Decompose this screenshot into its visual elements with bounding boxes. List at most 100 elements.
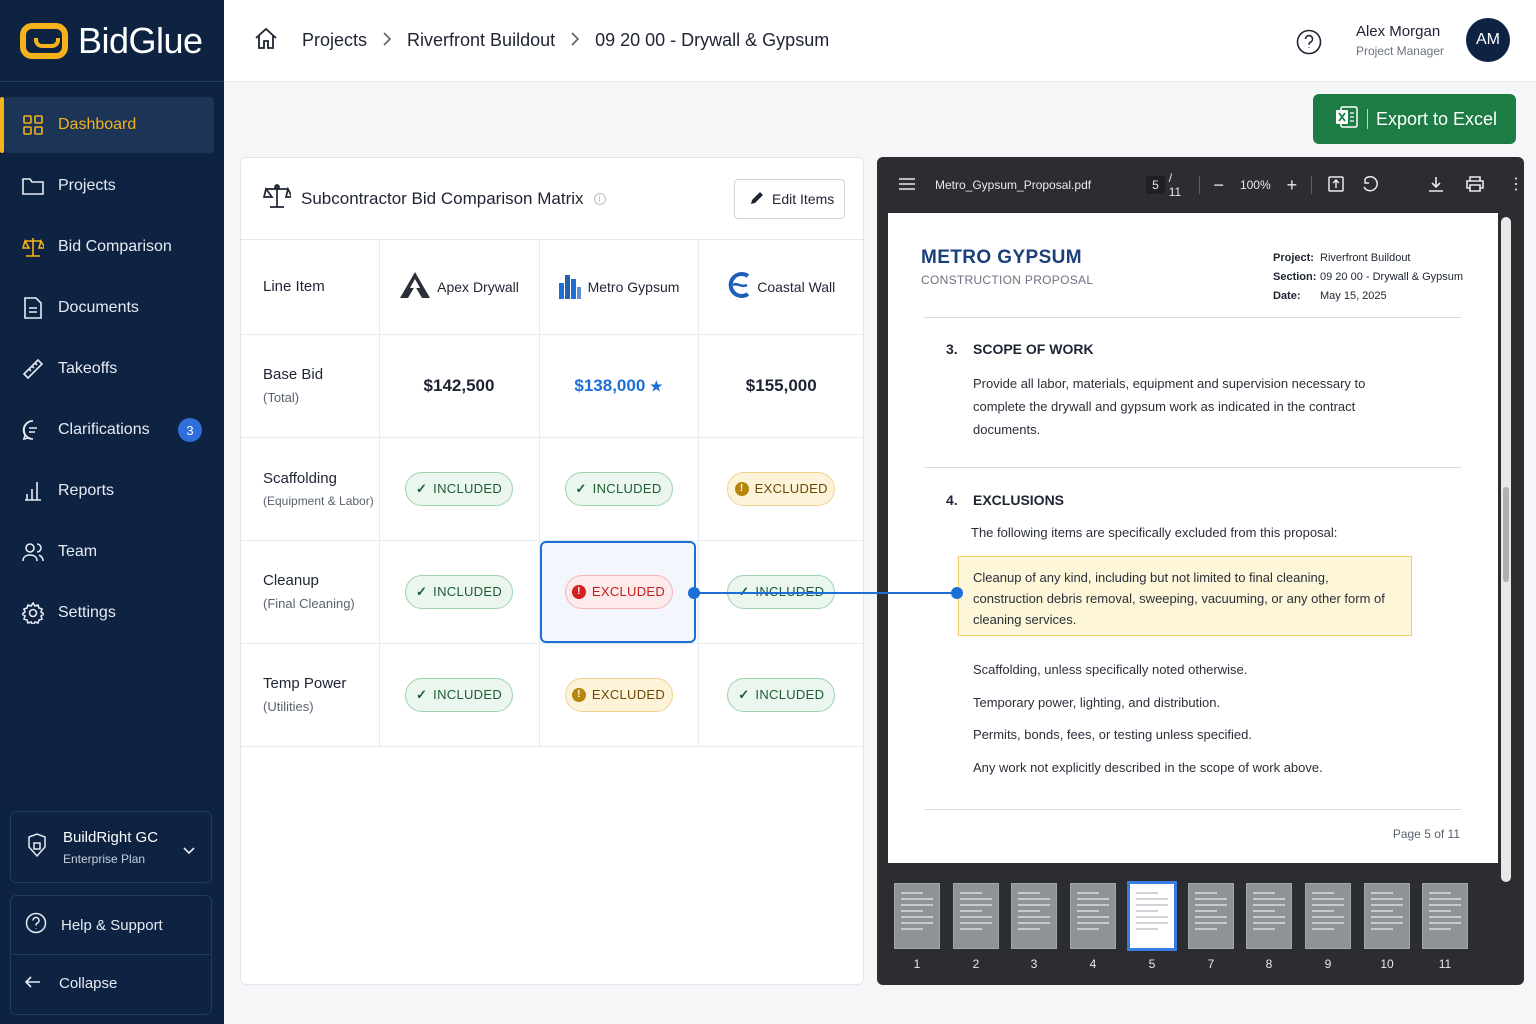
thumbnail-line — [1018, 928, 1040, 930]
thumbnail-line — [1371, 922, 1403, 924]
status-badge-selected[interactable]: ! EXCLUDED — [564, 574, 673, 609]
breadcrumb-project[interactable]: Riverfront Buildout — [407, 30, 555, 51]
team-icon — [22, 541, 44, 563]
thumbnail-line — [1312, 892, 1334, 894]
page-input[interactable]: 5 — [1146, 176, 1165, 194]
price-cell[interactable]: $155,000 — [699, 376, 865, 396]
thumbnail-line — [1312, 916, 1344, 918]
thumbnail-line — [1136, 928, 1158, 930]
bidder-header-metro[interactable]: Metro Gypsum — [540, 271, 698, 302]
fit-page-icon[interactable] — [1328, 175, 1344, 195]
status-badge[interactable]: ✓ INCLUDED — [405, 471, 513, 506]
meta-label: Section: — [1273, 271, 1317, 283]
org-switcher[interactable]: BuildRight GC Enterprise Plan — [10, 811, 212, 883]
status-badge[interactable]: ✓ INCLUDED — [405, 574, 513, 609]
line-item-name: Temp Power — [263, 675, 347, 692]
menu-icon[interactable] — [899, 177, 915, 193]
page-thumbnail[interactable] — [1246, 883, 1292, 949]
breadcrumb-projects[interactable]: Projects — [302, 30, 367, 51]
page-thumbnail[interactable] — [1127, 881, 1177, 951]
sidebar-item-clarifications[interactable]: Clarifications 3 — [4, 402, 214, 458]
price-cell-best[interactable]: $138,000 ★ — [540, 376, 698, 396]
thumbnail-line — [960, 904, 992, 906]
chevron-right-icon — [571, 30, 580, 51]
status-text: EXCLUDED — [754, 481, 828, 496]
page-thumbnail[interactable] — [1422, 883, 1468, 949]
brand-logo[interactable]: BidGlue — [0, 0, 224, 82]
bidder-header-coastal[interactable]: Coastal Wall — [699, 272, 865, 301]
thumbnail-line — [1077, 892, 1099, 894]
help-support-link[interactable]: Help & Support — [11, 896, 211, 954]
exclusion-item: Temporary power, lighting, and distribut… — [973, 695, 1221, 710]
status-badge[interactable]: ✓ INCLUDED — [564, 471, 673, 506]
thumbnail-label: 11 — [1438, 957, 1452, 971]
export-to-excel-button[interactable]: Export to Excel — [1313, 94, 1516, 144]
bidder-header-apex[interactable]: Apex Drywall — [380, 271, 539, 302]
help-label: Help & Support — [61, 916, 163, 934]
coastal-logo-icon — [727, 272, 751, 301]
user-menu[interactable]: Alex Morgan Project Manager AM — [1356, 18, 1510, 62]
thumbnail-line — [1195, 904, 1227, 906]
thumbnail-line — [1253, 898, 1285, 900]
star-icon: ★ — [650, 377, 663, 394]
section-heading: SCOPE OF WORK — [973, 341, 1094, 357]
price-cell[interactable]: $142,500 — [380, 376, 539, 396]
scrollbar[interactable] — [1501, 217, 1511, 882]
sidebar-item-team[interactable]: Team — [4, 524, 214, 580]
page-thumbnail[interactable] — [1070, 883, 1116, 949]
thumbnail-line — [1429, 910, 1451, 912]
pdf-filename: Metro_Gypsum_Proposal.pdf — [935, 178, 1092, 192]
thumbnail-line — [1136, 904, 1168, 906]
page-thumbnail[interactable] — [894, 883, 940, 949]
sidebar-item-settings[interactable]: Settings — [4, 585, 214, 641]
thumbnail-line — [1077, 928, 1099, 930]
zoom-in-icon[interactable]: + — [1287, 175, 1298, 196]
thumbnail-line — [1077, 898, 1109, 900]
page-thumbnail[interactable] — [1305, 883, 1351, 949]
rotate-icon[interactable] — [1362, 175, 1378, 195]
thumbnail-label: 10 — [1380, 957, 1394, 971]
scrollbar-thumb[interactable] — [1503, 487, 1509, 582]
doc-subtitle: CONSTRUCTION PROPOSAL — [921, 273, 1094, 287]
status-badge[interactable]: ✓ INCLUDED — [405, 677, 513, 712]
help-icon[interactable] — [1296, 29, 1322, 60]
sidebar-item-takeoffs[interactable]: Takeoffs — [4, 341, 214, 397]
sidebar-item-label: Documents — [58, 299, 139, 316]
thumbnail-line — [1429, 892, 1451, 894]
table-header-row: Line Item Apex Drywall Metro Gypsum Coas… — [241, 240, 865, 335]
page-thumbnail[interactable] — [953, 883, 999, 949]
section-number: 4. — [946, 492, 958, 508]
page-thumbnail[interactable] — [1364, 883, 1410, 949]
breadcrumb-section[interactable]: 09 20 00 - Drywall & Gypsum — [595, 30, 829, 51]
download-icon[interactable] — [1428, 176, 1444, 195]
highlighted-exclusion[interactable]: Cleanup of any kind, including but not l… — [958, 556, 1412, 636]
avatar[interactable]: AM — [1466, 18, 1510, 62]
zoom-level[interactable]: 100% — [1240, 178, 1271, 192]
page-thumbnail[interactable] — [1011, 883, 1057, 949]
sidebar-item-dashboard[interactable]: Dashboard — [0, 97, 214, 153]
table-row: Base Bid (Total) $142,500 $138,000 ★ $155… — [241, 334, 865, 438]
collapse-button[interactable]: Collapse — [11, 954, 211, 1012]
home-icon[interactable] — [254, 27, 278, 54]
sidebar-item-projects[interactable]: Projects — [4, 158, 214, 214]
status-badge[interactable]: ! EXCLUDED — [727, 471, 836, 506]
thumbnail-line — [1312, 922, 1344, 924]
sidebar-item-documents[interactable]: Documents — [4, 280, 214, 336]
line-item-name: Cleanup — [263, 572, 319, 589]
thumbnail-line — [1018, 916, 1050, 918]
status-badge[interactable]: ! EXCLUDED — [564, 677, 673, 712]
sidebar-item-reports[interactable]: Reports — [4, 463, 214, 519]
print-icon[interactable] — [1466, 175, 1484, 195]
divider — [924, 467, 1461, 468]
sidebar-item-bid-comparison[interactable]: Bid Comparison — [4, 219, 214, 275]
page-thumbnail[interactable] — [1188, 883, 1234, 949]
zoom-out-icon[interactable]: − — [1213, 175, 1224, 196]
status-badge[interactable]: ✓ INCLUDED — [727, 677, 836, 712]
info-icon[interactable]: i — [593, 192, 606, 205]
status-text: INCLUDED — [755, 687, 825, 702]
thumbnail-line — [1253, 910, 1275, 912]
thumbnail-line — [1136, 922, 1168, 924]
brand-name: BidGlue — [78, 19, 203, 61]
more-icon[interactable]: ⋮ — [1508, 177, 1524, 193]
edit-items-button[interactable]: Edit Items — [734, 179, 845, 219]
